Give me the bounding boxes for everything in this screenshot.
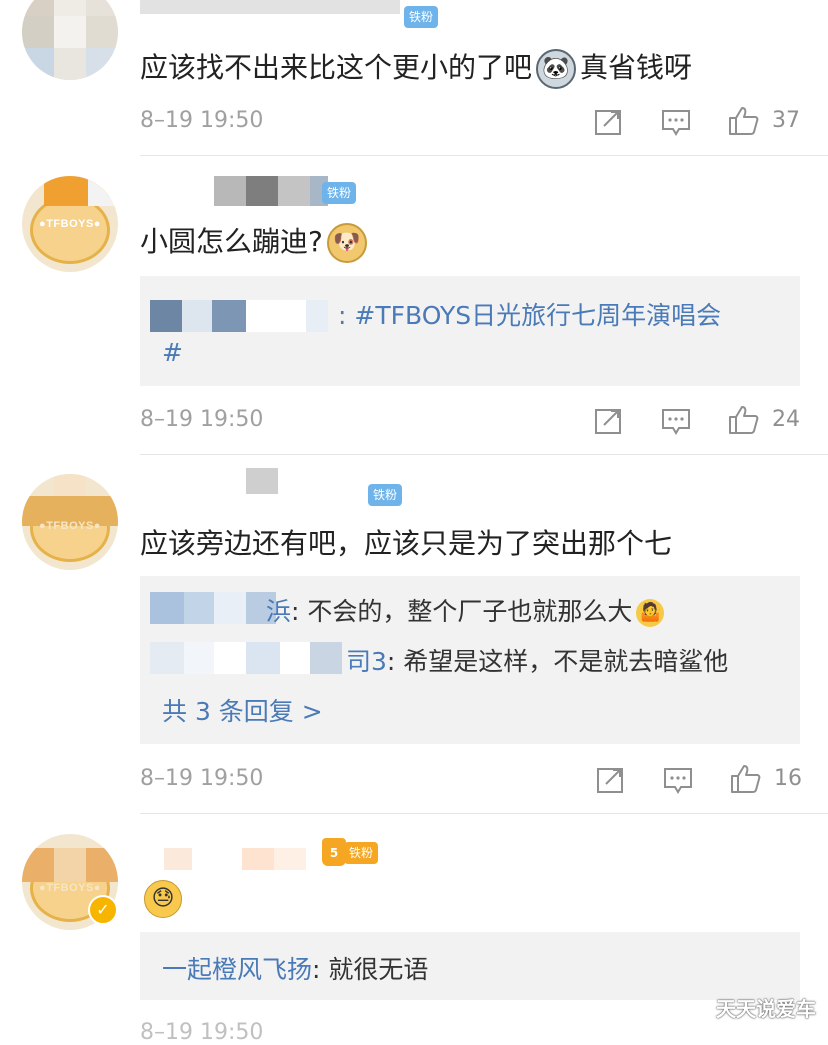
comment-icon[interactable]: [661, 407, 691, 435]
reply-box[interactable]: : #TFBOYS日光旅行七周年演唱会 #: [140, 276, 800, 386]
comment-text: 应该找不出来比这个更小的了吧 🐼 真省钱呀: [140, 46, 692, 89]
share-icon[interactable]: [596, 766, 626, 794]
avatar-logo-text: ●TFBOYS●: [39, 218, 101, 230]
fan-badge: 铁粉: [404, 6, 439, 28]
reply-line: 一起橙风飞扬: 就很无语: [162, 950, 428, 986]
reply-text: : 不会的，整个厂子也就那么大: [291, 597, 633, 626]
like-count: 16: [774, 766, 802, 791]
reply-username-tail[interactable]: 浜: [266, 597, 291, 626]
reply-line: : #TFBOYS日光旅行七周年演唱会: [338, 296, 721, 332]
like-icon[interactable]: [728, 106, 760, 136]
comment-text-part: 应该找不出来比这个更小的了吧: [140, 51, 533, 84]
comment-text-part-2: 真省钱呀: [580, 51, 693, 84]
comment-icon[interactable]: [663, 766, 693, 794]
more-replies-link[interactable]: 共 3 条回复 >: [162, 692, 323, 728]
comment-icon[interactable]: [661, 108, 691, 136]
comment-time: 8–19 19:50: [140, 766, 264, 791]
verified-badge-icon: ✓: [88, 895, 118, 925]
panda-face-emoji: 🐼: [536, 49, 577, 89]
comment-time: 8–19 19:50: [140, 407, 264, 432]
divider: [140, 155, 828, 156]
hashtag-link-cont[interactable]: #: [162, 338, 183, 367]
fan-level-icon: 5: [322, 838, 346, 866]
fan-badge: 铁粉: [322, 182, 357, 204]
reply-box[interactable]: 浜: 不会的，整个厂子也就那么大 🤷 司3: 希望是这样，不是就去暗鲨他 共 3 …: [140, 576, 800, 744]
avatar[interactable]: ●TFBOYS●: [22, 474, 118, 570]
reply-username-blurred[interactable]: [150, 642, 342, 674]
like-icon[interactable]: [730, 764, 762, 794]
divider: [140, 813, 828, 814]
share-icon[interactable]: [594, 407, 624, 435]
doge-emoji: 🐶: [326, 223, 367, 263]
like-count: 37: [772, 108, 800, 133]
avatar[interactable]: [22, 0, 118, 80]
sweat-face-emoji: 😓: [144, 880, 182, 918]
watermark-text: 天天说爱车: [716, 997, 816, 1021]
comment-text: 小圆怎么蹦迪? 🐶: [140, 220, 371, 263]
reply-line: 浜: 不会的，整个厂子也就那么大 🤷: [266, 592, 668, 628]
avatar-logo-text: ●TFBOYS●: [39, 882, 101, 894]
username-blurred[interactable]: [140, 0, 400, 14]
divider: [140, 454, 828, 455]
hashtag-link[interactable]: #TFBOYS日光旅行七周年演唱会: [354, 301, 721, 330]
comment-text-part: 小圆怎么蹦迪?: [140, 225, 323, 258]
fan-badge: 铁粉: [368, 484, 403, 506]
fan-badge: 铁粉: [344, 842, 379, 864]
shrug-emoji: 🤷: [636, 599, 665, 627]
comment-time: 8–19 19:50: [140, 108, 264, 133]
username-blurred[interactable]: [214, 176, 328, 206]
reply-box[interactable]: 一起橙风飞扬: 就很无语: [140, 932, 800, 1000]
comment-text: 应该旁边还有吧，应该只是为了突出那个七: [140, 527, 673, 560]
reply-text: : 希望是这样，不是就去暗鲨他: [386, 647, 729, 676]
reply-username-blurred[interactable]: [150, 300, 328, 332]
reply-text: : 就很无语: [312, 955, 429, 984]
comment-time-cropped: 8–19 19:50: [140, 1020, 264, 1045]
username-blurred[interactable]: [246, 468, 278, 498]
username-blurred[interactable]: [164, 848, 310, 878]
reply-line: 司3: 希望是这样，不是就去暗鲨他: [346, 642, 728, 678]
avatar-logo-text: ●TFBOYS●: [39, 520, 101, 532]
avatar[interactable]: ●TFBOYS●: [22, 176, 118, 272]
reply-prefix: :: [338, 301, 347, 330]
share-icon[interactable]: [594, 108, 624, 136]
like-icon[interactable]: [728, 405, 760, 435]
reply-username[interactable]: 一起橙风飞扬: [162, 955, 312, 984]
reply-username-blurred[interactable]: [150, 592, 276, 624]
reply-username-tail[interactable]: 司3: [346, 647, 387, 676]
like-count: 24: [772, 407, 800, 432]
